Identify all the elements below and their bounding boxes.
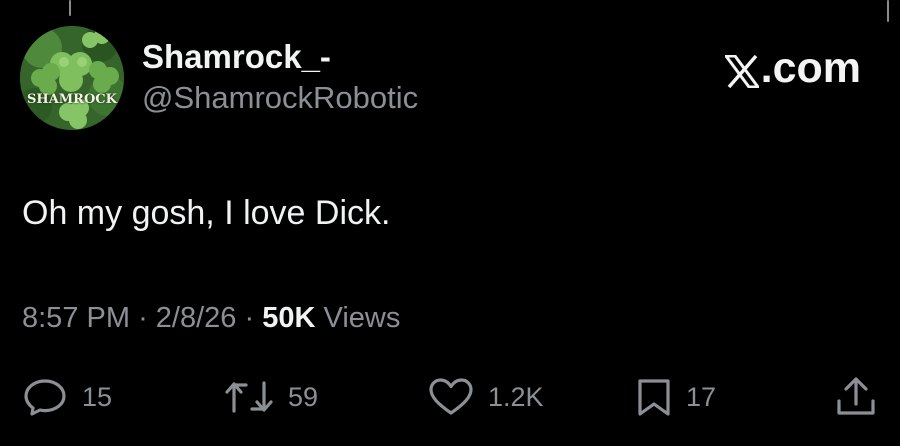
views-label: Views (323, 302, 401, 334)
reply-bubble-icon (22, 377, 68, 417)
retweet-button[interactable]: 59 (224, 374, 318, 420)
meta-separator: · (244, 302, 255, 334)
top-edge-line-left (69, 0, 71, 16)
bookmark-icon (636, 377, 672, 417)
display-name[interactable]: Shamrock_- (142, 38, 418, 76)
views-count: 50K (262, 302, 316, 334)
user-handle[interactable]: @ShamrockRobotic (142, 78, 418, 118)
retweet-count: 59 (288, 381, 319, 412)
reply-button[interactable]: 15 (22, 374, 112, 420)
bookmark-count: 17 (686, 381, 717, 412)
heart-icon (428, 377, 474, 417)
top-edge-line-right (887, 0, 889, 22)
avatar-logo-text: SHAMROCK (27, 92, 117, 107)
tweet-text: Oh my gosh, I love Dick. (22, 194, 391, 232)
meta-separator: · (138, 302, 148, 334)
share-button[interactable] (834, 374, 878, 420)
tweet-actions: 15 59 1.2K 17 (0, 374, 900, 420)
bookmark-button[interactable]: 17 (636, 374, 716, 420)
like-button[interactable]: 1.2K (428, 374, 544, 420)
share-icon (834, 376, 878, 418)
tweet-header: SHAMROCK Shamrock_- @ShamrockRobotic .co… (20, 26, 870, 136)
brand-domain: .com (760, 44, 861, 92)
tweet-date[interactable]: 2/8/26 (156, 302, 237, 334)
clover-image (20, 26, 124, 130)
tweet-meta: 8:57 PM · 2/8/26 · 50K Views (22, 299, 400, 337)
author-names: Shamrock_- @ShamrockRobotic (142, 38, 418, 118)
x-com-brand: .com (722, 44, 861, 92)
retweet-icon (224, 377, 274, 417)
reply-count: 15 (82, 381, 113, 412)
x-logo-icon (722, 52, 761, 88)
avatar[interactable]: SHAMROCK (20, 26, 124, 130)
tweet-time[interactable]: 8:57 PM (22, 302, 130, 334)
like-count: 1.2K (488, 381, 544, 412)
